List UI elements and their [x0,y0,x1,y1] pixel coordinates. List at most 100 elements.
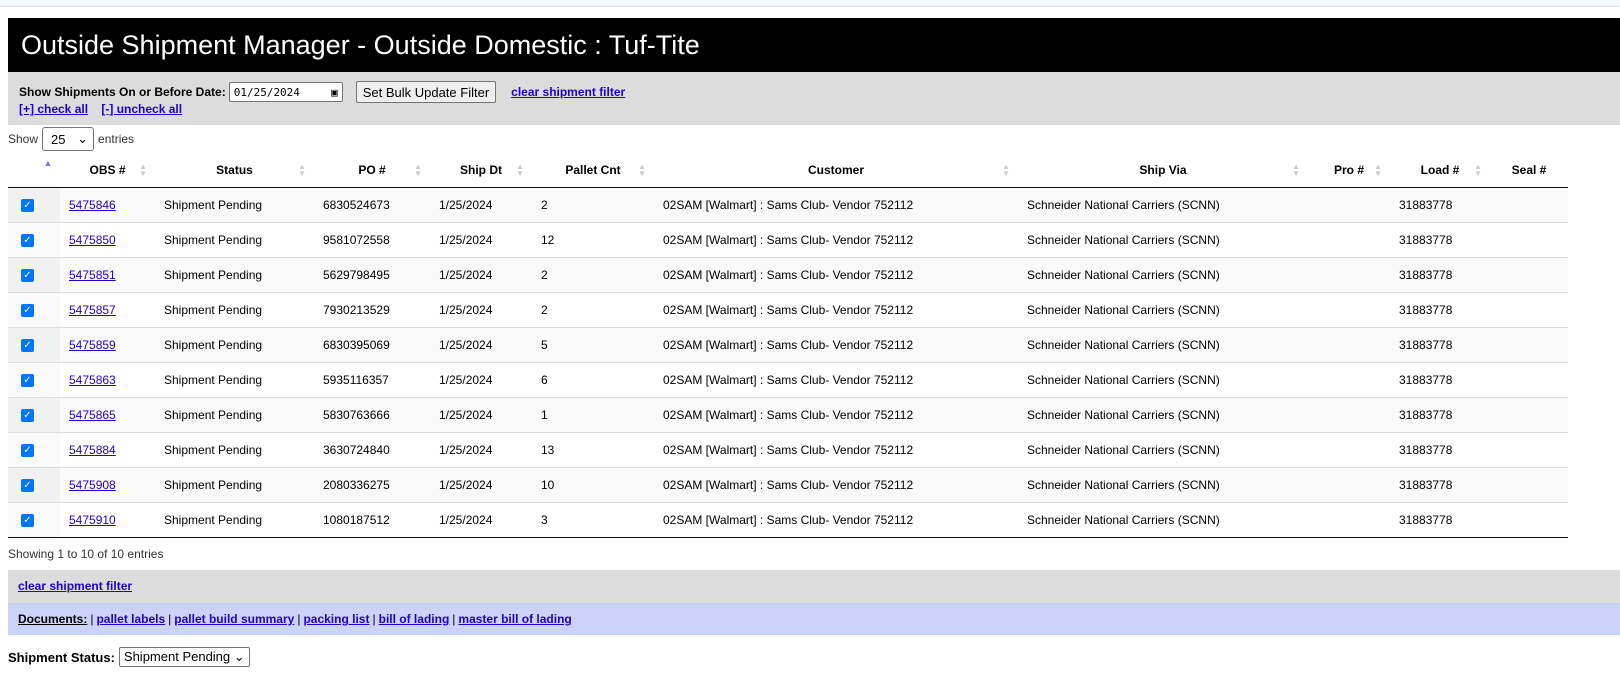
obs-link[interactable]: 5475865 [69,408,116,422]
table-row: ✓ 5475850 Shipment Pending 9581072558 1/25/2… [8,222,1568,258]
cell-obs[interactable]: 5475865 [60,397,155,433]
row-checkbox[interactable]: ✓ [21,443,34,457]
document-link[interactable]: master bill of lading [458,612,571,626]
cell-obs[interactable]: 5475850 [60,222,155,258]
cell-customer: 02SAM [Walmart] : Sams Club- Vendor 7521… [654,257,1018,293]
cell-pallets: 3 [532,502,654,538]
column-header-status[interactable]: Status ▲ ▼ [155,153,314,188]
sort-icon[interactable]: ▲ ▼ [516,163,524,178]
column-header-po[interactable]: PO # ▲ ▼ [314,153,430,188]
obs-link[interactable]: 5475910 [69,513,116,527]
shipments-table: ▲ OBS # ▲ ▼ Status ▲ ▼ PO # ▲ ▼ Ship Dt ▲ ▼ Pallet Cn… [8,153,1568,538]
set-bulk-update-filter-button[interactable]: Set Bulk Update Filter [355,81,497,103]
column-header-ship-dt[interactable]: Ship Dt ▲ ▼ [430,153,532,188]
cell-obs[interactable]: 5475851 [60,257,155,293]
cell-obs[interactable]: 5475910 [60,502,155,538]
separator: | [372,612,376,626]
row-checkbox[interactable]: ✓ [21,233,34,247]
column-header-ship-via[interactable]: Ship Via ▲ ▼ [1018,153,1308,188]
bottom-clear-shipment-filter-link[interactable]: clear shipment filter [18,579,132,593]
row-checkbox-cell[interactable]: ✓ [8,222,60,258]
row-checkbox[interactable]: ✓ [21,408,34,422]
sort-icon[interactable]: ▲ ▼ [1474,163,1482,178]
cell-pro [1308,187,1390,223]
obs-link[interactable]: 5475884 [69,443,116,457]
obs-link[interactable]: 5475859 [69,338,116,352]
table-row: ✓ 5475863 Shipment Pending 5935116357 1/25/2… [8,362,1568,398]
sort-icon[interactable]: ▲ ▼ [1292,163,1300,178]
row-checkbox-cell[interactable]: ✓ [8,327,60,363]
obs-link[interactable]: 5475863 [69,373,116,387]
cell-obs[interactable]: 5475859 [60,327,155,363]
row-checkbox[interactable]: ✓ [21,373,34,387]
calendar-icon[interactable]: ▣ [331,86,338,99]
sort-icon[interactable]: ▲ ▼ [298,163,306,178]
document-link[interactable]: packing list [303,612,369,626]
document-link[interactable]: pallet build summary [174,612,294,626]
cell-pro [1308,257,1390,293]
browser-top-strip [0,0,1620,7]
cell-pallets: 2 [532,292,654,328]
sort-icon[interactable]: ▲ ▼ [638,163,646,178]
row-checkbox-cell[interactable]: ✓ [8,432,60,468]
column-header-seal[interactable]: Seal # [1490,153,1568,188]
separator: | [90,612,94,626]
shipment-status-select[interactable]: Shipment Pending ⌄ [118,647,250,667]
cell-ship-dt: 1/25/2024 [430,257,532,293]
cell-status: Shipment Pending [155,292,314,328]
page-title: Outside Shipment Manager - Outside Domes… [8,18,1620,72]
cell-obs[interactable]: 5475908 [60,467,155,503]
sort-asc-icon[interactable]: ▲ [44,158,53,168]
check-all-link[interactable]: [+] check all [19,102,88,116]
cell-customer: 02SAM [Walmart] : Sams Club- Vendor 7521… [654,397,1018,433]
obs-link[interactable]: 5475908 [69,478,116,492]
cell-customer: 02SAM [Walmart] : Sams Club- Vendor 7521… [654,187,1018,223]
column-header-select[interactable]: ▲ [8,153,60,188]
row-checkbox-cell[interactable]: ✓ [8,397,60,433]
document-link[interactable]: pallet labels [96,612,165,626]
uncheck-all-link[interactable]: [-] uncheck all [101,102,182,116]
obs-link[interactable]: 5475857 [69,303,116,317]
document-link[interactable]: bill of lading [379,612,450,626]
column-header-pro[interactable]: Pro # ▲ ▼ [1308,153,1390,188]
row-checkbox[interactable]: ✓ [21,268,34,282]
row-checkbox-cell[interactable]: ✓ [8,292,60,328]
column-header-obs[interactable]: OBS # ▲ ▼ [60,153,155,188]
clear-shipment-filter-link[interactable]: clear shipment filter [511,85,625,99]
cell-obs[interactable]: 5475857 [60,292,155,328]
cell-ship-via: Schneider National Carriers (SCNN) [1018,187,1308,223]
column-header-pallet-cnt[interactable]: Pallet Cnt ▲ ▼ [532,153,654,188]
obs-link[interactable]: 5475851 [69,268,116,282]
obs-link[interactable]: 5475850 [69,233,116,247]
cell-obs[interactable]: 5475884 [60,432,155,468]
row-checkbox-cell[interactable]: ✓ [8,362,60,398]
shipment-status-value: Shipment Pending [123,649,231,664]
row-checkbox-cell[interactable]: ✓ [8,502,60,538]
entries-select[interactable]: 25 ⌄ [42,127,95,151]
row-checkbox[interactable]: ✓ [21,478,34,492]
row-checkbox-cell[interactable]: ✓ [8,467,60,503]
cell-seal [1490,432,1568,468]
sort-icon[interactable]: ▲ ▼ [414,163,422,178]
cell-obs[interactable]: 5475863 [60,362,155,398]
sort-icon[interactable]: ▲ ▼ [139,163,147,178]
entries-value: 25 [51,131,66,147]
column-header-customer[interactable]: Customer ▲ ▼ [654,153,1018,188]
table-row: ✓ 5475884 Shipment Pending 3630724840 1/25/2… [8,432,1568,468]
separator: | [452,612,456,626]
date-input[interactable]: 01/25/2024 ▣ [228,82,343,102]
row-checkbox[interactable]: ✓ [21,513,34,527]
row-checkbox-cell[interactable]: ✓ [8,257,60,293]
row-checkbox[interactable]: ✓ [21,338,34,352]
sort-icon[interactable]: ▲ ▼ [1374,163,1382,178]
sort-icon[interactable]: ▲ ▼ [1002,163,1010,178]
cell-seal [1490,362,1568,398]
obs-link[interactable]: 5475846 [69,198,116,212]
row-checkbox-cell[interactable]: ✓ [8,187,60,223]
row-checkbox[interactable]: ✓ [21,198,34,212]
cell-load: 31883778 [1390,222,1490,258]
row-checkbox[interactable]: ✓ [21,303,34,317]
column-header-load[interactable]: Load # ▲ ▼ [1390,153,1490,188]
cell-obs[interactable]: 5475846 [60,187,155,223]
cell-pallets: 6 [532,362,654,398]
